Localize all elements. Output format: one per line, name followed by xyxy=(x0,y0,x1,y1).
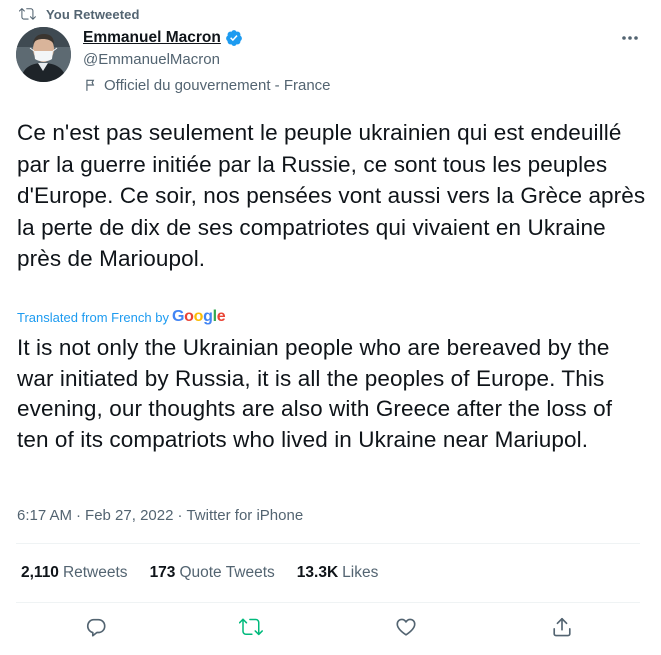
google-logo: Google xyxy=(171,308,226,325)
heart-icon[interactable] xyxy=(393,614,419,640)
quote-tweets-label: Quote Tweets xyxy=(179,564,275,581)
engagement-stats: 2,110 Retweets 173 Quote Tweets 13.3K Li… xyxy=(21,562,400,584)
quote-tweets-count: 173 xyxy=(149,564,176,581)
author-name[interactable]: Emmanuel Macron xyxy=(83,29,221,47)
retweet-context-label: You Retweeted xyxy=(46,6,140,22)
retweet-icon[interactable] xyxy=(238,614,264,640)
likes-label: Likes xyxy=(342,564,379,581)
quote-tweets-stat[interactable]: 173 Quote Tweets xyxy=(150,564,275,582)
government-label-text: Officiel du gouvernement - France xyxy=(104,76,331,94)
verified-badge-icon xyxy=(225,29,243,47)
separator: · xyxy=(177,506,183,524)
avatar[interactable] xyxy=(16,27,71,82)
author-block: Emmanuel Macron @EmmanuelMacron Officiel… xyxy=(83,27,331,96)
separator: · xyxy=(76,506,82,524)
tweet-source[interactable]: Twitter for iPhone xyxy=(186,507,303,524)
retweets-count: 2,110 xyxy=(21,564,59,581)
retweets-stat[interactable]: 2,110 Retweets xyxy=(21,564,128,582)
likes-stat[interactable]: 13.3K Likes xyxy=(297,564,379,582)
divider xyxy=(16,602,640,603)
tweet-time[interactable]: 6:17 AM xyxy=(17,507,72,524)
author-handle[interactable]: @EmmanuelMacron xyxy=(83,49,331,71)
translated-label[interactable]: Translated from French by xyxy=(17,310,169,325)
likes-count: 13.3K xyxy=(296,564,339,581)
retweet-context: You Retweeted xyxy=(16,5,140,23)
government-label[interactable]: Officiel du gouvernement - France xyxy=(83,74,331,96)
action-bar xyxy=(16,611,640,645)
retweet-icon xyxy=(18,6,36,22)
more-icon[interactable] xyxy=(619,28,641,48)
flag-icon xyxy=(84,78,98,92)
retweets-label: Retweets xyxy=(62,564,128,581)
tweet-text: Ce n'est pas seulement le peuple ukraini… xyxy=(17,120,646,271)
reply-icon[interactable] xyxy=(83,614,109,640)
translated-text: It is not only the Ukrainian people who … xyxy=(17,335,613,452)
share-icon[interactable] xyxy=(549,614,575,640)
tweet-date[interactable]: Feb 27, 2022 xyxy=(85,507,173,524)
tweet-metadata: 6:17 AM · Feb 27, 2022 · Twitter for iPh… xyxy=(17,504,303,526)
translation-attribution: Translated from French by Google xyxy=(17,308,226,326)
divider xyxy=(16,543,640,544)
